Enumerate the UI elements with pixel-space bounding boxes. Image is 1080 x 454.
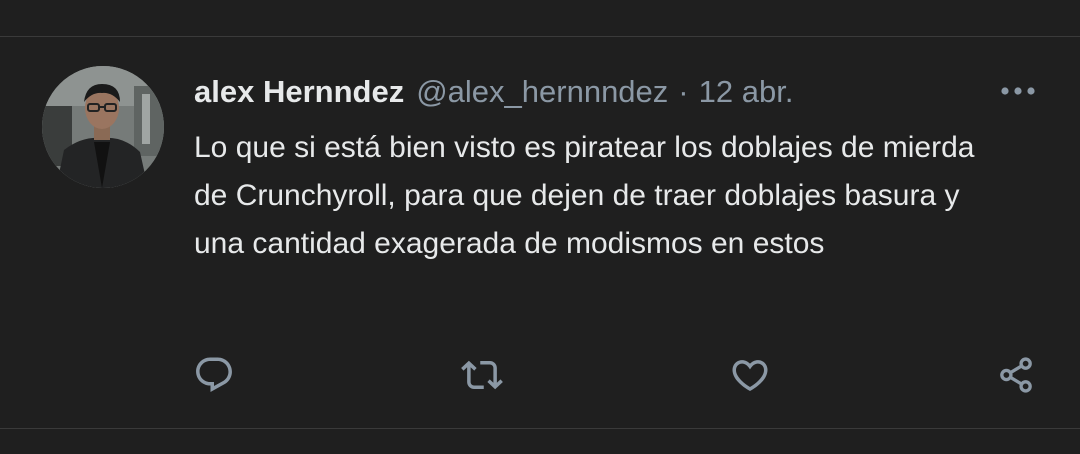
tweet-header: alex Hernndez @alex_hernnndez · 12 abr. [194, 72, 793, 112]
share-icon [1000, 357, 1032, 393]
more-button[interactable] [996, 76, 1040, 106]
timestamp[interactable]: 12 abr. [699, 74, 794, 110]
avatar[interactable] [42, 66, 164, 188]
bottom-divider [0, 428, 1080, 429]
user-handle[interactable]: @alex_hernnndez [416, 74, 668, 110]
tweet-text: Lo que si está bien visto es piratear lo… [194, 131, 975, 260]
action-bar [0, 352, 1080, 398]
retweet-icon [461, 360, 503, 390]
top-divider [0, 36, 1080, 37]
heart-icon [732, 360, 768, 392]
reply-button[interactable] [191, 352, 237, 398]
display-name[interactable]: alex Hernndez [194, 74, 404, 110]
more-dots-icon [1001, 87, 1035, 95]
reply-icon [196, 357, 232, 392]
separator-dot: · [678, 74, 689, 109]
retweet-button[interactable] [459, 352, 505, 398]
share-button[interactable] [993, 352, 1039, 398]
user-photo-avatar-icon [42, 66, 164, 188]
like-button[interactable] [727, 352, 773, 398]
